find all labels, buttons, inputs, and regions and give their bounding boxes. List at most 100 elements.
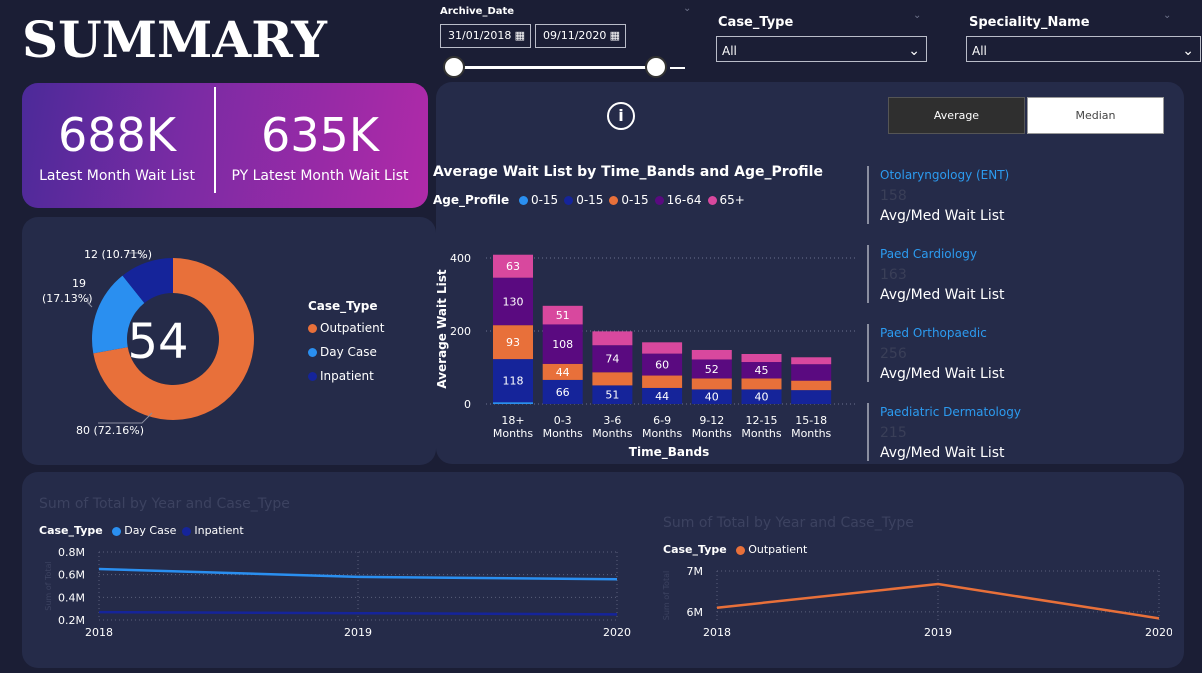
x-tick-label: Months <box>543 427 583 440</box>
entity-value: 215 <box>880 425 907 441</box>
bar-segment <box>791 357 832 365</box>
end-date-field[interactable]: 09/11/2020 ▦ <box>535 24 626 48</box>
x-axis-label: Time_Bands <box>629 445 709 460</box>
chevron-down-icon[interactable]: ⌄ <box>683 3 691 14</box>
line-chart-1-legend: Case_Type Day Case Inpatient <box>39 524 244 537</box>
legend-dot <box>518 196 528 205</box>
chevron-down-icon[interactable]: ⌄ <box>1163 10 1171 21</box>
entity-divider <box>867 324 869 382</box>
kpi-card: 688K Latest Month Wait List 635K PY Late… <box>22 83 428 208</box>
entity-label: Avg/Med Wait List <box>880 208 1005 224</box>
y-tick-label: 0.2M <box>58 614 85 627</box>
archive-date-label: Archive_Date <box>440 6 515 17</box>
line-chart-2-title: Sum of Total by Year and Case_Type <box>663 515 914 531</box>
legend-dot <box>182 526 192 536</box>
legend-label: 0-15 <box>530 193 559 207</box>
calendar-icon[interactable]: ▦ <box>610 25 620 47</box>
series-line <box>98 567 618 581</box>
donut-legend-title: Case_Type <box>308 299 378 313</box>
line-chart-2: 6M 7M 2018 2019 2020 Sum of Total <box>662 565 1172 639</box>
legend-label: Inpatient <box>320 369 374 383</box>
bar-data-label: 63 <box>506 260 520 273</box>
legend-item[interactable]: 0-15 <box>564 193 603 207</box>
entity-label: Avg/Med Wait List <box>880 287 1005 303</box>
legend-outpatient[interactable]: Outpatient <box>308 321 384 335</box>
date-slider-end-handle[interactable] <box>645 56 667 78</box>
legend-dot <box>707 196 717 205</box>
bar-legend: Age_Profile 0-15 0-15 0-15 16-64 65+ <box>433 193 745 207</box>
bar-segment <box>791 364 832 381</box>
entity-name: Paed Cardiology <box>880 247 978 261</box>
legend-label: 16-64 <box>666 193 702 207</box>
x-tick-label: 2020 <box>603 626 631 639</box>
bar-data-label: 60 <box>655 359 669 372</box>
legend-label: 0-15 <box>576 193 604 207</box>
entity-label: Avg/Med Wait List <box>880 445 1005 461</box>
x-tick-label: 2020 <box>1145 626 1172 639</box>
legend-label: Outpatient <box>748 543 808 556</box>
median-toggle-button[interactable]: Median <box>1027 97 1164 134</box>
bar-segment <box>741 378 782 390</box>
entity-name: Paediatric Dermatology <box>880 405 1021 419</box>
py-wait-list-value: 635K <box>261 108 379 162</box>
page-title: SUMMARY <box>22 10 327 69</box>
chevron-down-icon[interactable]: ⌄ <box>913 10 921 21</box>
bar-data-label: 74 <box>605 353 619 366</box>
entity-label: Avg/Med Wait List <box>880 366 1005 382</box>
bar-segment <box>691 349 732 360</box>
legend-item[interactable]: Outpatient <box>736 543 807 556</box>
y-tick-label: 0 <box>464 398 471 411</box>
x-tick-label: Months <box>493 427 533 440</box>
x-tick-label: Months <box>791 427 831 440</box>
slider-dash <box>670 67 685 69</box>
start-date-field[interactable]: 31/01/2018 ▦ <box>440 24 531 48</box>
y-tick-label: 0.6M <box>58 569 85 582</box>
entity-name: Paed Orthopaedic <box>880 326 987 340</box>
line-legend-title: Case_Type <box>663 543 727 556</box>
bar-data-label: 44 <box>655 390 669 403</box>
legend-dot <box>654 196 664 205</box>
legend-item[interactable]: 65+ <box>707 193 745 207</box>
bar-legend-title: Age_Profile <box>433 193 510 207</box>
bar-data-label: 66 <box>556 386 570 399</box>
x-tick-label: 0-3 <box>554 414 572 427</box>
case-type-dropdown[interactable]: All ⌄ <box>716 36 927 62</box>
y-tick-label: 400 <box>450 252 471 265</box>
bar-data-label: 52 <box>705 363 719 376</box>
legend-item[interactable]: 0-15 <box>609 193 649 207</box>
legend-dot <box>564 196 574 205</box>
donut-chart: 54 80 (72.16%) 19 (17.13%) 12 (10.71%) <box>42 248 255 437</box>
bar-data-label: 108 <box>552 338 573 351</box>
legend-item[interactable]: Inpatient <box>182 524 244 537</box>
donut-center-value: 54 <box>127 314 188 370</box>
calendar-icon[interactable]: ▦ <box>515 25 525 47</box>
legend-dot <box>609 196 619 205</box>
y-tick-label: 200 <box>450 325 471 338</box>
legend-dot <box>308 348 317 357</box>
legend-item[interactable]: 16-64 <box>654 193 702 207</box>
donut-panel: 54 80 (72.16%) 19 (17.13%) 12 (10.71%) C… <box>22 217 436 465</box>
speciality-dropdown[interactable]: All ⌄ <box>966 36 1201 62</box>
legend-label: Day Case <box>124 524 177 537</box>
legend-dot <box>308 372 317 381</box>
legend-label: 65+ <box>719 193 745 207</box>
bar-data-label: 93 <box>506 336 520 349</box>
bar-segment <box>592 372 633 386</box>
speciality-value: All <box>972 44 987 58</box>
average-toggle-button[interactable]: Average <box>888 97 1025 134</box>
date-slider-track[interactable] <box>454 66 656 69</box>
legend-daycase[interactable]: Day Case <box>308 345 377 359</box>
date-slider-start-handle[interactable] <box>443 56 465 78</box>
info-icon[interactable]: i <box>607 102 635 130</box>
chevron-down-icon: ⌄ <box>908 43 920 59</box>
x-tick-label: 15-18 <box>795 414 827 427</box>
bar-segment <box>642 342 683 354</box>
legend-inpatient[interactable]: Inpatient <box>308 369 374 383</box>
legend-label: 0-15 <box>621 193 649 207</box>
y-tick-label: 0.8M <box>58 546 85 559</box>
legend-item[interactable]: 0-15 <box>518 193 559 207</box>
donut-label-daycase-pct: (17.13%) <box>42 292 93 305</box>
kpi-divider <box>214 87 216 193</box>
legend-item[interactable]: Day Case <box>112 524 176 537</box>
x-tick-label: 6-9 <box>653 414 671 427</box>
